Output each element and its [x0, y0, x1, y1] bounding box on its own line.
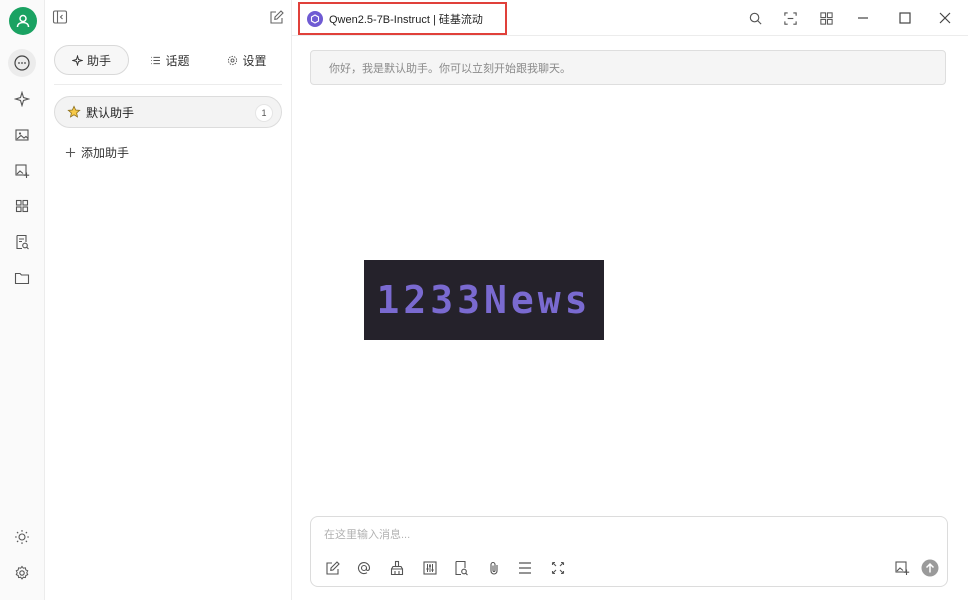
attachment-icon[interactable]	[485, 559, 503, 577]
sidebar-tabs: 助手 话题 设置	[54, 45, 282, 77]
file-search-icon[interactable]	[8, 228, 36, 256]
minimize-icon[interactable]	[852, 7, 874, 29]
gear-icon	[228, 55, 238, 65]
edit-icon[interactable]	[269, 9, 285, 25]
topic-count-badge: 1	[255, 104, 273, 122]
star-icon	[67, 105, 81, 118]
list-icon	[151, 56, 161, 64]
model-selector[interactable]: Qwen2.5-7B-Instruct | 硅基流动	[298, 2, 507, 35]
sparkle-icon	[71, 54, 83, 66]
user-avatar-icon[interactable]	[9, 7, 37, 35]
tab-topics-label: 话题	[165, 53, 190, 68]
file-search-icon[interactable]	[452, 559, 470, 577]
image-add-icon[interactable]	[8, 157, 36, 185]
sun-icon[interactable]	[8, 523, 36, 551]
maximize-icon[interactable]	[894, 7, 916, 29]
tab-settings[interactable]: 设置	[217, 45, 277, 75]
add-assistant-label: 添加助手	[81, 146, 130, 160]
expand-icon[interactable]	[779, 7, 801, 29]
model-name: Qwen2.5-7B-Instruct	[329, 13, 430, 26]
plus-icon	[65, 147, 76, 158]
collapse-sidebar-icon[interactable]	[52, 9, 68, 25]
assistant-item[interactable]: 默认助手 1	[54, 96, 282, 128]
tab-topics[interactable]: 话题	[140, 45, 200, 75]
grid-icon[interactable]	[8, 192, 36, 220]
image-icon[interactable]	[8, 121, 36, 149]
divider-icon[interactable]	[516, 559, 534, 577]
chat-icon[interactable]	[8, 49, 36, 77]
add-assistant-button[interactable]: 添加助手	[65, 144, 129, 161]
image-add-icon[interactable]	[893, 559, 911, 577]
send-icon[interactable]	[921, 559, 939, 577]
left-rail	[0, 0, 45, 600]
clear-icon[interactable]	[388, 559, 406, 577]
gear-icon[interactable]	[8, 559, 36, 587]
close-icon[interactable]	[934, 7, 956, 29]
new-topic-icon[interactable]	[324, 559, 342, 577]
mention-icon[interactable]	[355, 559, 373, 577]
assistant-name: 默认助手	[86, 105, 135, 120]
sparkle-icon[interactable]	[8, 85, 36, 113]
apps-icon[interactable]	[815, 7, 837, 29]
adjust-icon[interactable]	[421, 559, 439, 577]
message-input[interactable]	[324, 525, 924, 545]
tabs-divider	[54, 84, 282, 85]
model-logo-icon	[307, 10, 323, 27]
panel-header	[45, 0, 292, 36]
message-input-box	[310, 516, 948, 587]
tab-assistants[interactable]: 助手	[54, 45, 129, 75]
tab-assistants-label: 助手	[86, 53, 111, 68]
fullscreen-icon[interactable]	[549, 559, 567, 577]
model-provider: 硅基流动	[438, 13, 483, 26]
top-bar: Qwen2.5-7B-Instruct | 硅基流动	[292, 0, 968, 36]
folder-icon[interactable]	[8, 264, 36, 292]
watermark-text: 1233News	[376, 278, 592, 322]
tab-settings-label: 设置	[242, 53, 267, 68]
search-icon[interactable]	[744, 7, 766, 29]
watermark: 1233News	[364, 260, 604, 340]
welcome-message: 你好，我是默认助手。你可以立刻开始跟我聊天。	[310, 50, 946, 85]
welcome-text: 你好，我是默认助手。你可以立刻开始跟我聊天。	[329, 62, 571, 75]
assistant-panel: 助手 话题 设置 默认助手 1 添加助手	[45, 0, 292, 600]
